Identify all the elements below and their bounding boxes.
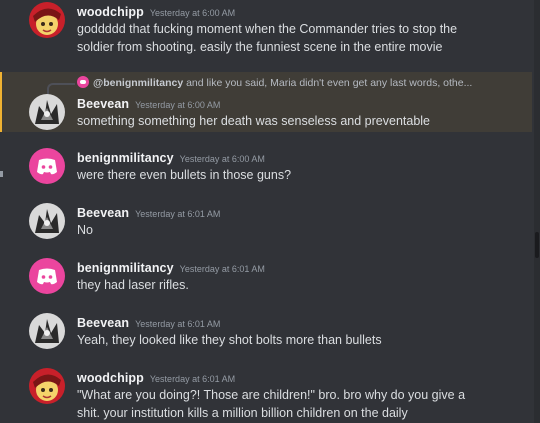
discord-logo-icon (29, 258, 65, 294)
reply-reference[interactable]: @benignmilitancy and like you said, Mari… (77, 76, 472, 89)
message-beevean-3[interactable]: Beevean Yesterday at 6:01 AM Yeah, they l… (0, 313, 532, 357)
benignmilitancy-avatar[interactable] (29, 258, 65, 294)
message-timestamp: Yesterday at 6:00 AM (149, 8, 236, 18)
message-line: shit. your institution kills a million b… (77, 406, 408, 420)
message-line: "What are you doing?! Those are children… (77, 388, 466, 402)
message-line: something something her death was sensel… (77, 114, 430, 128)
reply-preview: and like you said, Maria didn't even get… (186, 77, 473, 89)
discord-logo-icon (29, 148, 65, 184)
scrollbar-thumb[interactable] (535, 232, 539, 258)
message-author[interactable]: woodchipp (77, 5, 144, 19)
message-author[interactable]: Beevean (77, 206, 129, 220)
sketch-avatar-icon (29, 313, 65, 349)
message-line: were there even bullets in those guns? (77, 168, 292, 182)
woodchipp-avatar[interactable] (29, 2, 65, 38)
message-benignmilitancy-1[interactable]: benignmilitancy Yesterday at 6:00 AM were… (0, 148, 532, 192)
message-line: Yeah, they looked like they shot bolts m… (77, 333, 382, 347)
message-content: Yeah, they looked like they shot bolts m… (77, 331, 507, 349)
message-line: No (77, 223, 93, 237)
woodchipp-avatar[interactable] (29, 368, 65, 404)
sketch-avatar-icon (29, 203, 65, 239)
message-author[interactable]: Beevean (77, 97, 129, 111)
message-author[interactable]: benignmilitancy (77, 261, 174, 275)
message-line: soldier from shooting. easily the funnie… (77, 40, 443, 54)
message-woodchipp-1[interactable]: woodchipp Yesterday at 6:00 AM goddddd th… (0, 0, 532, 62)
message-timestamp: Yesterday at 6:00 AM (179, 154, 265, 164)
message-author[interactable]: woodchipp (77, 371, 144, 385)
message-timestamp: Yesterday at 6:01 AM (135, 319, 221, 329)
message-timestamp: Yesterday at 6:00 AM (135, 100, 221, 110)
message-woodchipp-2[interactable]: woodchipp Yesterday at 6:01 AM "What are … (0, 368, 532, 423)
message-beevean-2[interactable]: Beevean Yesterday at 6:01 AM No (0, 203, 532, 247)
message-author[interactable]: Beevean (77, 316, 129, 330)
reply-author[interactable]: @benignmilitancy (93, 77, 183, 89)
message-line: they had laser rifles. (77, 278, 189, 292)
anime-avatar-icon (29, 2, 65, 38)
chat-scrollbar[interactable] (534, 0, 540, 423)
message-content: something something her death was sensel… (77, 112, 507, 130)
message-author[interactable]: benignmilitancy (77, 151, 174, 165)
anime-avatar-icon (29, 368, 65, 404)
message-beevean-reply[interactable]: @benignmilitancy and like you said, Mari… (0, 72, 532, 132)
chat-message-list: woodchipp Yesterday at 6:00 AM goddddd th… (0, 0, 540, 423)
benignmilitancy-avatar[interactable] (29, 148, 65, 184)
left-edge-indicator (0, 171, 3, 177)
message-content: No (77, 221, 507, 239)
message-timestamp: Yesterday at 6:01 AM (135, 209, 221, 219)
reply-connector (47, 83, 75, 95)
discord-logo-icon (77, 76, 89, 88)
message-line: goddddd that fucking moment when the Com… (77, 22, 458, 36)
message-content: they had laser rifles. (77, 276, 507, 294)
message-timestamp: Yesterday at 6:01 AM (149, 374, 236, 384)
message-content: were there even bullets in those guns? (77, 166, 507, 184)
beevean-avatar[interactable] (29, 203, 65, 239)
message-timestamp: Yesterday at 6:01 AM (179, 264, 265, 274)
sketch-avatar-icon (29, 94, 65, 130)
beevean-avatar[interactable] (29, 94, 65, 130)
message-benignmilitancy-2[interactable]: benignmilitancy Yesterday at 6:01 AM they… (0, 258, 532, 302)
message-content: goddddd that fucking moment when the Com… (77, 20, 507, 56)
beevean-avatar[interactable] (29, 313, 65, 349)
message-content: "What are you doing?! Those are children… (77, 386, 507, 422)
